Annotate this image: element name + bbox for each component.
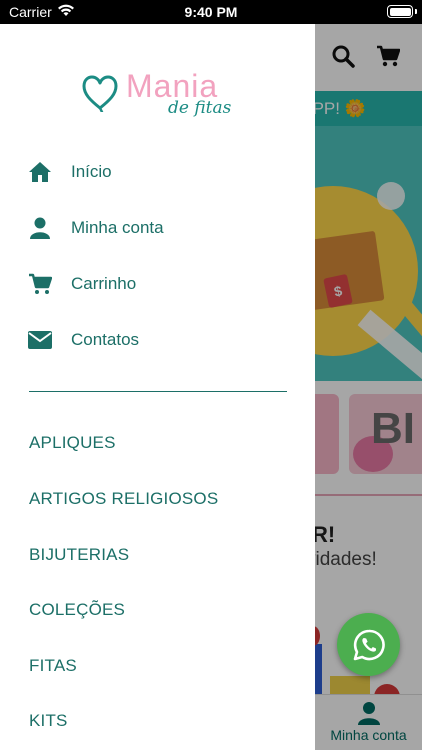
menu-item-contatos[interactable]: Contatos — [0, 318, 315, 362]
brand-logo: Mania de fitas — [82, 68, 242, 130]
category-item-kits[interactable]: KITS — [29, 711, 68, 731]
battery-tip — [415, 9, 417, 14]
menu-item-minha-conta[interactable]: Minha conta — [0, 206, 315, 250]
whatsapp-button[interactable] — [337, 613, 400, 676]
menu-item-inicio[interactable]: Início — [0, 150, 315, 194]
whatsapp-icon — [353, 629, 385, 660]
heart-logo-icon — [82, 74, 118, 117]
brand-tagline: de fitas — [168, 98, 232, 118]
envelope-icon — [28, 328, 52, 352]
menu-item-carrinho[interactable]: Carrinho — [0, 262, 315, 306]
category-item-apliques[interactable]: APLIQUES — [29, 433, 116, 453]
menu-item-label: Início — [71, 162, 112, 181]
menu-item-label: Contatos — [71, 330, 140, 349]
menu-item-label: Minha conta — [71, 218, 164, 237]
category-item-colecoes[interactable]: COLEÇÕES — [29, 600, 125, 620]
user-icon — [28, 216, 52, 240]
menu-divider — [29, 391, 287, 392]
status-bar: Carrier 9:40 PM — [0, 0, 422, 24]
clock: 9:40 PM — [184, 4, 238, 20]
home-icon — [28, 160, 52, 184]
menu-item-label: Carrinho — [71, 274, 137, 293]
side-drawer: Mania de fitas Início Minha conta Carrin… — [0, 24, 315, 750]
battery-icon — [387, 5, 413, 18]
category-item-artigos-religiosos[interactable]: ARTIGOS RELIGIOSOS — [29, 489, 218, 509]
category-item-bijuterias[interactable]: BIJUTERIAS — [29, 545, 129, 565]
category-item-fitas[interactable]: FITAS — [29, 656, 77, 676]
cart-icon — [28, 272, 52, 296]
